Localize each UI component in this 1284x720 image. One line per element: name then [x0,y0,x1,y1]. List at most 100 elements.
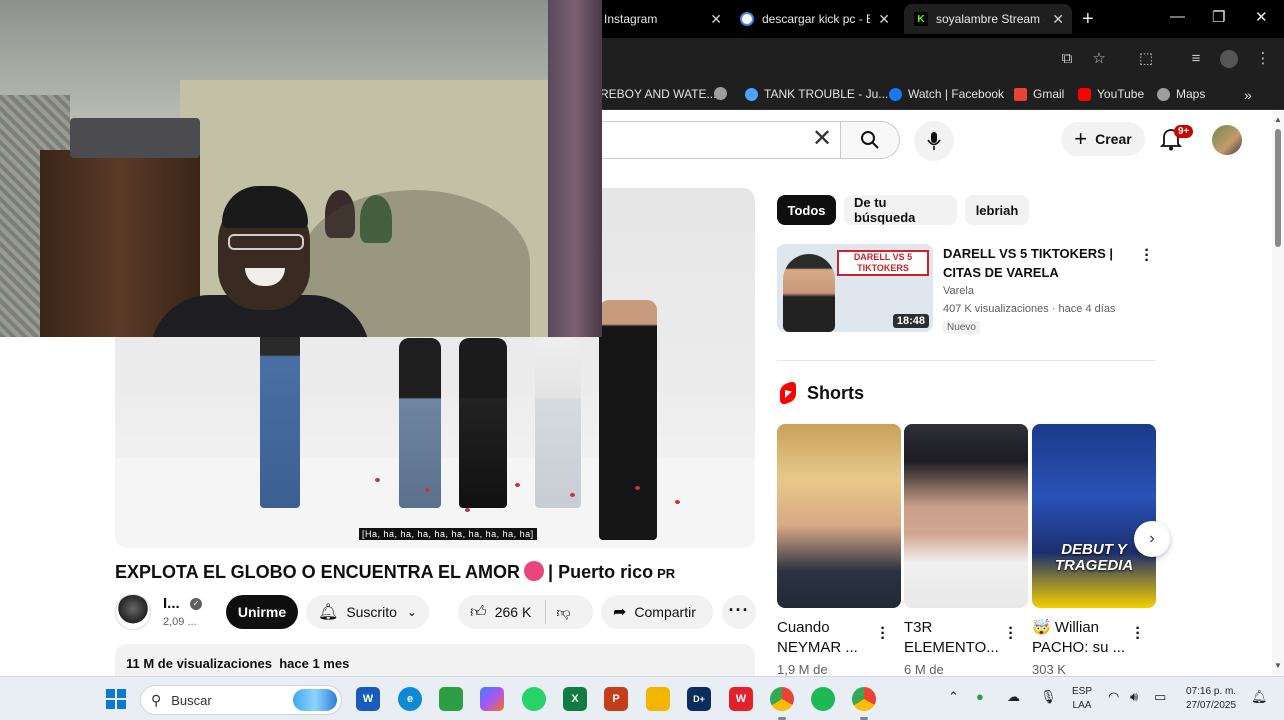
install-app-icon[interactable]: ⧉ [1058,50,1076,68]
edge-icon[interactable]: e [398,687,422,711]
scroll-up-icon[interactable]: ▲ [1274,115,1282,124]
bookmark-label: TANK TROUBLE - Ju... [764,87,889,101]
app-flag-icon[interactable] [439,687,463,711]
file-explorer-icon[interactable] [646,687,670,711]
short-title[interactable]: Cuando NEYMAR ... [777,618,877,658]
tab-descargar-kick[interactable]: descargar kick pc - B ✕ [730,4,898,34]
recommended-menu-icon[interactable]: · · · [1143,243,1151,269]
rose-petal [635,486,640,490]
tray-overflow-icon[interactable]: ⌃ [948,689,959,705]
clock-time: 07:16 p. m. [1186,686,1237,697]
chrome-icon[interactable] [770,687,794,720]
new-tab-button[interactable]: + [1082,9,1094,29]
short-menu-icon[interactable]: · · · [1134,621,1142,647]
recommended-meta: 407 K visualizaciones · hace 4 días [943,303,1116,315]
chevron-right-icon: › [1149,530,1155,547]
create-button[interactable]: + Crear [1061,122,1145,156]
short-thumbnail[interactable] [904,424,1028,608]
bookmark-item[interactable]: TANK TROUBLE - Ju... [745,87,888,101]
more-bookmarks-icon[interactable]: » [1244,87,1252,103]
chip-de-tu-busqueda[interactable]: De tu búsqueda [844,195,957,225]
chip-lebriah[interactable]: lebriah [965,195,1029,225]
chrome-menu-icon[interactable]: ⋮ [1254,50,1272,68]
tab-title: descargar kick pc - B [762,12,870,26]
voice-search-button[interactable] [914,121,954,161]
recommended-channel[interactable]: Varela [943,285,974,297]
minimize-button[interactable]: — [1170,8,1185,25]
tab-instagram[interactable]: Instagram ✕ [594,4,730,34]
spotify-icon[interactable] [811,687,835,711]
short-thumbnail[interactable] [777,424,901,608]
media-controls-icon[interactable]: ≡ [1187,50,1205,68]
copilot-icon[interactable] [480,687,504,711]
extensions-icon[interactable]: ⬚ [1137,50,1155,68]
notification-center-icon[interactable]: 🔔︎ [1251,689,1268,705]
language-indicator[interactable]: ESP LAA [1072,685,1092,713]
shorts-next-button[interactable]: › [1134,521,1170,557]
bookmark-globe[interactable] [714,87,733,100]
share-button[interactable]: ➦ Compartir [601,595,713,629]
scrollbar-thumb[interactable] [1275,129,1281,247]
join-button[interactable]: Unirme [226,595,298,629]
search-icon [861,131,879,149]
video-title-text: EXPLOTA EL GLOBO O ENCUENTRA EL AMOR [115,562,521,582]
clear-search-icon[interactable]: ✕ [812,127,832,151]
battery-icon[interactable]: ▭ [1154,689,1166,705]
page-scrollbar[interactable]: ▲ ▼ [1272,111,1284,676]
maximize-button[interactable]: ❐ [1212,8,1225,26]
tab-soyalambre-stream[interactable]: K soyalambre Stream - ✕ [904,4,1072,34]
taskbar-search-input[interactable]: ⚲ Buscar [140,685,342,715]
tray-app-icon[interactable]: ● [976,689,984,704]
wifi-icon[interactable]: ◠ [1108,689,1119,705]
whatsapp-icon[interactable] [522,687,546,711]
volume-icon[interactable]: 🔊︎ [1130,689,1138,705]
channel-avatar[interactable] [115,594,151,630]
wps-icon[interactable]: W [729,687,753,711]
verified-check-icon: ✓ [190,598,202,610]
close-tab-icon[interactable]: ✕ [878,11,890,28]
bookmark-star-icon[interactable]: ☆ [1090,50,1108,68]
shorts-logo-icon [780,380,796,406]
close-tab-icon[interactable]: ✕ [710,11,722,28]
subscribed-button[interactable]: 🔔︎ Suscrito ⌄ [306,595,429,629]
search-input[interactable] [560,121,841,159]
chrome-profile-icon[interactable] [852,687,876,720]
scroll-down-icon[interactable]: ▼ [1274,661,1282,670]
bookmark-item[interactable]: Watch | Facebook [889,87,1004,101]
rose-petal [465,508,470,512]
thumbs-up-icon[interactable]: 👍︎ [470,603,487,622]
tray-microphone-icon[interactable]: 🎙︎ [1040,689,1057,705]
tab-title: Instagram [604,12,658,26]
system-clock[interactable]: 07:16 p. m. 27/07/2025 [1186,685,1236,713]
person-figure [399,338,441,508]
close-tab-icon[interactable]: ✕ [1052,11,1064,28]
video-duration: 18:48 [892,314,929,328]
tray-cloud-icon[interactable]: ☁ [1007,689,1020,705]
bookmark-item[interactable]: REBOY AND WATE... [600,87,716,101]
short-menu-icon[interactable]: · · · [1007,621,1015,647]
channel-name[interactable]: I... [163,595,180,612]
bookmark-item[interactable]: Maps [1157,87,1205,101]
disney-plus-icon[interactable]: D+ [687,687,711,711]
more-actions-button[interactable]: ··· [722,595,756,629]
word-icon[interactable]: W [356,687,380,711]
like-dislike-group[interactable]: 👍︎ 266 K 👎︎ [458,595,593,629]
avatar[interactable] [1212,125,1242,155]
short-title[interactable]: T3R ELEMENTO... [904,618,1004,658]
thumbs-down-icon[interactable]: 👎︎ [556,604,570,621]
bookmark-item[interactable]: Gmail [1014,87,1064,101]
share-label: Compartir [634,604,696,620]
recommended-title[interactable]: DARELL VS 5 TIKTOKERS | CITAS DE VARELA [943,244,1128,282]
windows-start-icon[interactable] [106,689,126,709]
short-menu-icon[interactable]: · · · [879,621,887,647]
recommended-thumbnail[interactable]: DARELL VS 5 TIKTOKERS 18:48 [777,244,933,332]
profile-icon[interactable] [1220,50,1238,68]
excel-icon[interactable]: X [563,687,587,711]
bookmark-item[interactable]: YouTube [1078,87,1144,101]
chip-todos[interactable]: Todos [777,195,836,225]
short-title[interactable]: 🤯 Willian PACHO: su ... [1032,618,1132,658]
close-window-button[interactable]: ✕ [1255,8,1268,26]
search-button[interactable] [840,121,900,159]
short-thumbnail[interactable]: DEBUT Y TRAGEDIA [1032,424,1156,608]
powerpoint-icon[interactable]: P [604,687,628,711]
